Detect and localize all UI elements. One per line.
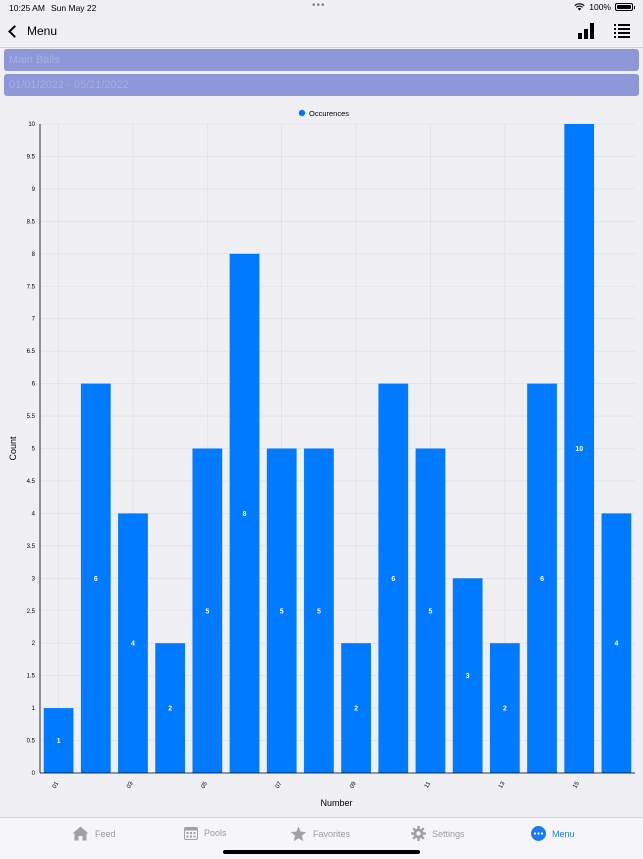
tab-label: Menu <box>552 828 575 839</box>
y-tick-label: 7 <box>32 317 36 323</box>
x-tick-label: 09 <box>349 780 358 789</box>
home-icon <box>72 826 89 841</box>
bar-value-label: 5 <box>317 608 321 615</box>
occurrences-bar-chart: 0 0.5 1 1.5 2 2.5 3 3.5 4 4.5 5 5.5 6 6.5 7 7.5 8 8.5 9 9.5… <box>8 109 635 808</box>
bar-value-label: 5 <box>429 608 433 615</box>
x-tick-label: 05 <box>201 780 210 789</box>
chevron-left-icon <box>8 24 21 38</box>
y-tick-label: 6.5 <box>27 349 36 355</box>
status-bar: 10:25 AM Sun May 22 ••• 100% <box>0 0 643 16</box>
tab-label: Feed <box>95 828 116 839</box>
tab-menu[interactable]: Menu <box>531 826 575 841</box>
gear-icon <box>411 826 426 841</box>
bar-value-label: 6 <box>391 576 395 583</box>
y-tick-label: 9.5 <box>27 154 36 160</box>
tab-label: Favorites <box>313 829 351 839</box>
x-tick-label: 03 <box>126 780 135 789</box>
tab-pools[interactable]: Pools <box>184 826 227 840</box>
bar-value-label: 5 <box>280 608 284 615</box>
y-tick-label: 6 <box>32 382 36 388</box>
y-tick-label: 9 <box>32 187 36 193</box>
y-axis-title: Count <box>8 436 18 461</box>
bar-value-label: 5 <box>205 608 209 615</box>
x-tick-label: 11 <box>424 780 433 789</box>
y-tick-label: 2 <box>32 641 36 647</box>
y-tick-label: 8 <box>32 252 36 258</box>
bar-value-label: 2 <box>168 706 172 713</box>
bar-value-label: 4 <box>614 641 618 648</box>
back-button[interactable]: Menu <box>8 24 57 38</box>
bar-value-label: 8 <box>243 511 247 518</box>
status-time: 10:25 AM <box>9 3 45 13</box>
tab-label: Settings <box>432 828 465 839</box>
wifi-icon <box>574 3 585 11</box>
y-tick-label: 5 <box>32 447 36 453</box>
legend-label: Occurences <box>309 109 349 118</box>
y-tick-label: 0 <box>32 771 36 777</box>
bar-value-label: 6 <box>540 576 544 583</box>
y-tick-label: 2.5 <box>27 609 36 615</box>
bar-value-label: 2 <box>503 706 507 713</box>
status-date: Sun May 22 <box>51 3 97 13</box>
more-icon <box>531 826 546 841</box>
battery-percent: 100% <box>589 2 611 12</box>
y-tick-label: 10 <box>28 122 35 128</box>
x-axis-title: Number <box>320 798 352 808</box>
y-tick-label: 7.5 <box>27 284 36 290</box>
navigation-bar: Menu <box>0 17 643 48</box>
tab-label: Pools <box>204 828 227 838</box>
x-tick-label: 13 <box>498 780 507 789</box>
ball-type-selector[interactable]: Main Balls <box>4 49 639 71</box>
calendar-icon <box>184 827 198 840</box>
y-tick-label: 3.5 <box>27 544 36 550</box>
legend-marker <box>298 109 306 117</box>
star-icon <box>290 826 307 842</box>
x-tick-label: 15 <box>572 780 581 789</box>
y-tick-label: 0.5 <box>27 739 36 745</box>
tab-feed[interactable]: Feed <box>72 826 116 841</box>
y-tick-label: 4 <box>32 511 36 517</box>
bar-chart-icon[interactable] <box>577 22 595 40</box>
tab-settings[interactable]: Settings <box>411 826 465 841</box>
y-tick-label: 1 <box>32 706 36 712</box>
y-tick-label: 4.5 <box>27 479 36 485</box>
bar-value-label: 2 <box>354 706 358 713</box>
back-label: Menu <box>27 24 58 38</box>
date-range-selector[interactable]: 01/01/2022 - 05/21/2022 <box>4 74 639 96</box>
y-tick-label: 8.5 <box>27 219 36 225</box>
bar-value-label: 1 <box>57 738 61 745</box>
list-icon[interactable] <box>613 22 631 40</box>
y-tick-label: 3 <box>32 576 36 582</box>
x-tick-label: 01 <box>52 780 61 789</box>
bar-value-label: 3 <box>466 673 470 680</box>
y-tick-label: 5.5 <box>27 414 36 420</box>
multitasking-dots[interactable]: ••• <box>312 0 326 11</box>
bar-value-label: 4 <box>131 641 135 648</box>
bar-value-label: 10 <box>575 446 583 453</box>
bar-value-label: 6 <box>94 576 98 583</box>
battery-icon <box>615 3 635 11</box>
home-indicator <box>223 850 420 854</box>
tab-favorites[interactable]: Favorites <box>290 826 350 842</box>
x-tick-label: 07 <box>275 780 284 789</box>
y-tick-label: 1.5 <box>27 674 36 680</box>
